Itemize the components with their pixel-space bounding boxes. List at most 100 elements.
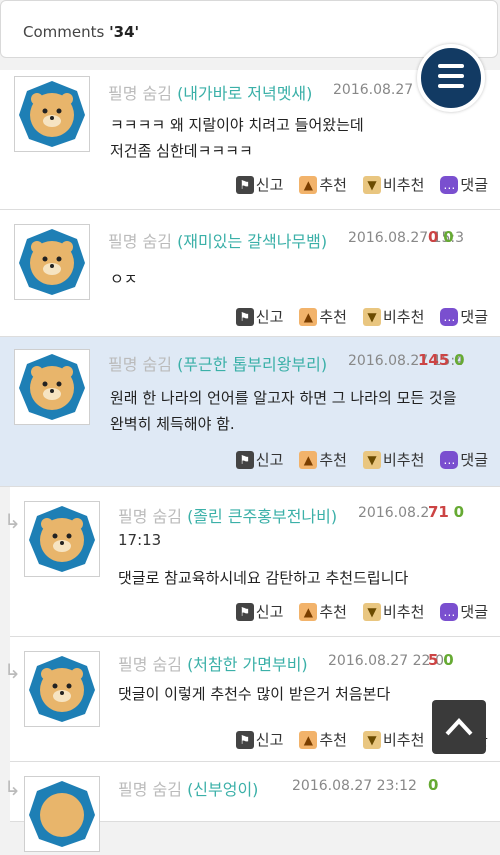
comment-nickname[interactable]: (신부엉이): [187, 780, 258, 799]
avatar: [24, 776, 100, 852]
comment-body: 댓글로 참교육하시네요 감탄하고 추천드립니다: [118, 565, 408, 591]
thumbs-down-icon: ▼: [362, 450, 381, 469]
report-label: 신고: [255, 731, 284, 749]
recommend-button[interactable]: ▲ 추천: [299, 601, 347, 622]
comment-line: 댓글이 이렇게 추천수 많이 받은거 처음본다: [118, 685, 391, 703]
report-button[interactable]: ⚑ 신고: [235, 306, 284, 327]
comment-line: 저건좀 심한데ㅋㅋㅋㅋ: [110, 142, 253, 160]
comment-author: 필명 숨김: [118, 655, 182, 674]
scroll-to-top-button[interactable]: [432, 700, 486, 754]
upvote-count: 5: [428, 651, 439, 669]
report-button[interactable]: ⚑ 신고: [235, 729, 284, 750]
reply-arrow-icon: ↳: [4, 776, 21, 800]
comment-votes: 5 0: [428, 651, 454, 669]
upvote-count: 71: [428, 503, 449, 521]
comment-actions: ⚑신고 ▲추천 ▼비추천 …댓글: [235, 449, 488, 470]
chevron-up-icon: [445, 718, 473, 736]
comment-votes: 0: [428, 776, 438, 794]
report-icon: ⚑: [235, 730, 254, 749]
comment-line: 완벽히 체득해야 함.: [110, 415, 235, 433]
report-icon: ⚑: [235, 450, 254, 469]
mascot-icon: [29, 781, 95, 847]
mascot-icon: [19, 354, 85, 420]
avatar: [14, 224, 90, 300]
report-label: 신고: [255, 308, 284, 326]
unrecommend-button[interactable]: ▼ 비추천: [362, 174, 425, 195]
avatar: [14, 349, 90, 425]
comment-date: 2016.08.27 22:0: [328, 653, 445, 669]
recommend-label: 추천: [319, 603, 347, 621]
comment-author-line: 필명 숨김 (졸린 큰주홍부전나비): [118, 503, 337, 527]
comment-nickname[interactable]: (재미있는 갈색나무뱀): [177, 232, 327, 251]
speech-bubble-icon: …: [440, 450, 459, 469]
downvote-count: 0: [453, 503, 465, 521]
downvote-count: 0: [428, 776, 439, 794]
comment-line: ㅇㅈ: [110, 270, 138, 288]
thumbs-down-icon: ▼: [362, 307, 381, 326]
thumbs-up-icon: ▲: [299, 730, 318, 749]
unrecommend-button[interactable]: ▼ 비추천: [362, 306, 425, 327]
comment-line: 원래 한 나라의 언어를 알고자 하면 그 나라의 모든 것을: [110, 389, 457, 407]
comment-nickname[interactable]: (처참한 가면부비): [187, 655, 308, 674]
reply-button[interactable]: …댓글: [440, 174, 488, 195]
comment-date: 2016.08.27: [333, 82, 414, 98]
comment-author: 필명 숨김: [118, 507, 182, 526]
comment-item: 필명 숨김 (재미있는 갈색나무뱀) 2016.08.27 15:3 0 0 ㅇ…: [0, 210, 500, 337]
report-button[interactable]: ⚑ 신고: [235, 601, 283, 622]
comment-author-line: 필명 숨김 (푸근한 톱부리왕부리): [108, 351, 327, 375]
downvote-count: 0: [443, 228, 454, 246]
comment-author-line: 필명 숨김 (내가바로 저녁멧새): [108, 80, 312, 104]
report-button[interactable]: ⚑ 신고: [235, 449, 284, 470]
recommend-button[interactable]: ▲ 추천: [299, 449, 347, 470]
thumbs-down-icon: ▼: [362, 602, 381, 621]
reply-label: 댓글: [460, 308, 488, 326]
unrecommend-label: 비추천: [382, 176, 425, 194]
comment-nickname[interactable]: (푸근한 톱부리왕부리): [177, 355, 327, 374]
reply-button[interactable]: …댓글: [440, 306, 488, 327]
comment-nickname[interactable]: (내가바로 저녁멧새): [177, 84, 312, 103]
unrecommend-button[interactable]: ▼ 비추천: [362, 729, 424, 750]
unrecommend-button[interactable]: ▼ 비추천: [362, 449, 424, 470]
comment-body: ㅋㅋㅋㅋ 왜 지랄이야 치려고 들어왔는데 저건좀 심한데ㅋㅋㅋㅋ: [110, 112, 364, 164]
comment-body: ㅇㅈ: [110, 266, 138, 292]
unrecommend-button[interactable]: ▼ 비추천: [362, 601, 424, 622]
report-label: 신고: [255, 451, 284, 469]
reply-button[interactable]: …댓글: [440, 449, 488, 470]
comment-date: 2016.08.2: [358, 505, 430, 521]
avatar: [14, 76, 90, 152]
comment-body: 원래 한 나라의 언어를 알고자 하면 그 나라의 모든 것을 완벽히 체득해야…: [110, 385, 457, 437]
comment-actions: ⚑신고 ▲추천 ▼비추천 …댓글: [235, 306, 488, 327]
recommend-button[interactable]: ▲ 추천: [299, 174, 347, 195]
avatar: [24, 501, 100, 577]
mascot-icon: [19, 81, 85, 147]
mascot-icon: [29, 656, 95, 722]
recommend-label: 추천: [319, 176, 347, 194]
comment-author-line: 필명 숨김 (재미있는 갈색나무뱀): [108, 228, 327, 252]
thumbs-up-icon: ▲: [299, 450, 318, 469]
comments-header: Comments '34': [0, 0, 498, 58]
report-icon: ⚑: [235, 602, 254, 621]
comment-date: 2016.08.27 23:12: [292, 778, 417, 794]
thumbs-up-icon: ▲: [299, 175, 318, 194]
avatar: [24, 651, 100, 727]
reply-label: 댓글: [460, 451, 488, 469]
comment-item: ↳ 필명 숨김 (신부엉이) 2016.08.27 23:12 0: [4, 762, 500, 852]
comment-actions: ⚑신고 ▲추천 ▼비추천 …댓글: [235, 601, 488, 622]
recommend-label: 추천: [319, 731, 347, 749]
unrecommend-label: 비추천: [382, 308, 425, 326]
thumbs-down-icon: ▼: [362, 730, 381, 749]
report-button[interactable]: ⚑ 신고: [235, 174, 283, 195]
comment-nickname[interactable]: (졸린 큰주홍부전나비): [187, 507, 337, 526]
comments-count: '34': [109, 23, 140, 41]
menu-icon-bar: [438, 64, 464, 68]
speech-bubble-icon: …: [440, 175, 459, 194]
report-icon: ⚑: [235, 175, 254, 194]
upvote-count: 145: [418, 351, 450, 369]
comment-actions: ⚑신고 ▲추천 ▼비추천 …댓글: [235, 174, 488, 195]
reply-button[interactable]: …댓글: [440, 601, 488, 622]
hamburger-menu-button[interactable]: [417, 44, 485, 112]
recommend-button[interactable]: ▲ 추천: [299, 729, 347, 750]
comment-author: 필명 숨김: [108, 232, 172, 251]
recommend-button[interactable]: ▲ 추천: [299, 306, 347, 327]
menu-icon-bar: [438, 84, 464, 88]
